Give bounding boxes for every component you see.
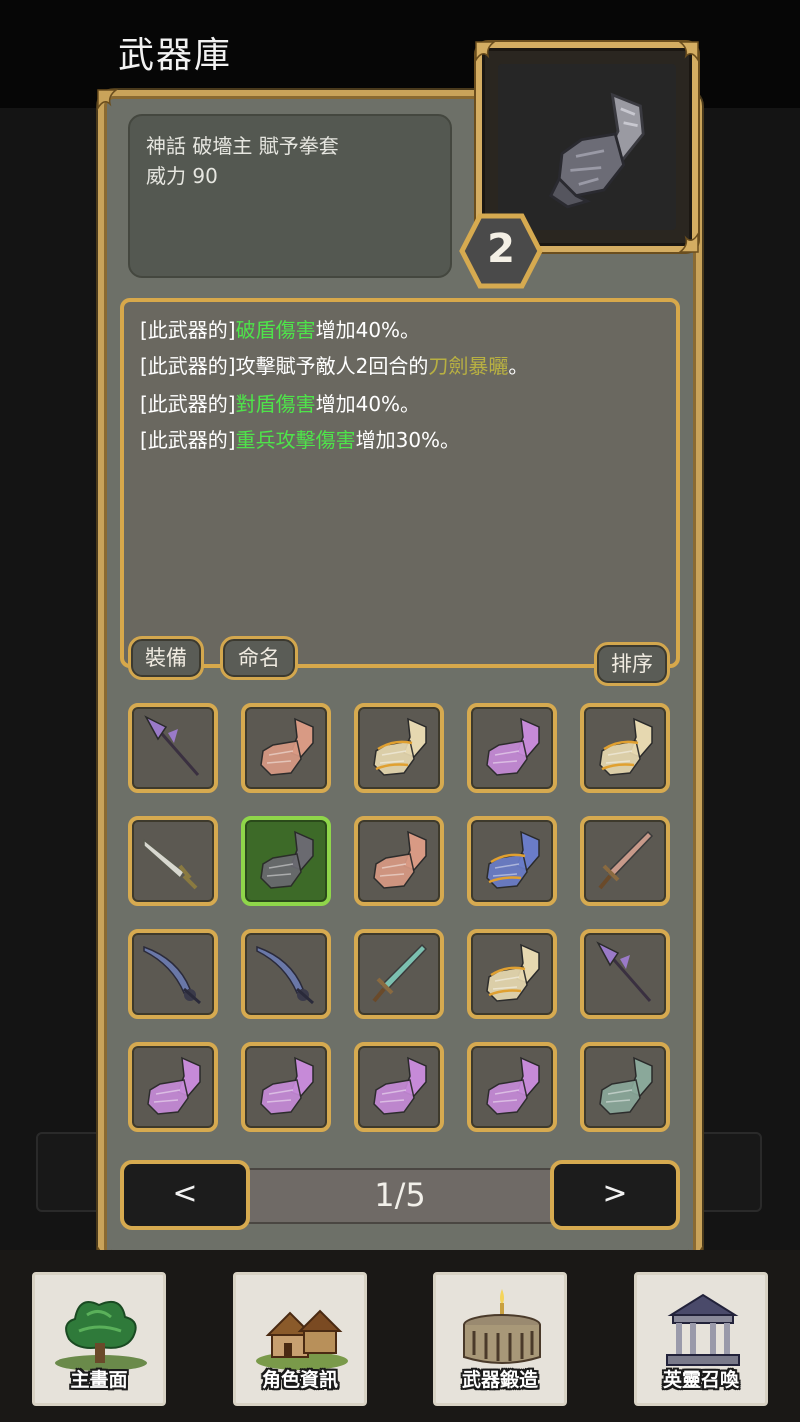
effect-highlight: 重兵攻擊傷害 <box>235 428 356 452</box>
inventory-slot[interactable] <box>467 703 557 793</box>
village-icon <box>256 1309 348 1370</box>
gauntlet-icon <box>373 1056 427 1115</box>
nav-forge-label: 武器鍛造 <box>461 1369 538 1391</box>
effect-highlight: 破盾傷害 <box>235 318 316 342</box>
sword-icon <box>372 943 428 1003</box>
inventory-slot[interactable] <box>241 703 331 793</box>
effect-highlight: 對盾傷害 <box>235 392 316 416</box>
rename-button[interactable]: 命名 <box>220 636 298 680</box>
effect-line: [此武器的]對盾傷害增加40%。 <box>140 388 420 417</box>
inventory-slot[interactable] <box>467 929 557 1019</box>
weapon-power: 威力 90 <box>146 164 218 188</box>
ornate-gauntlet-icon <box>486 830 540 889</box>
ornate-gauntlet-icon <box>486 943 540 1002</box>
inventory-slot[interactable] <box>128 929 218 1019</box>
effect-line: [此武器的]攻擊賦予敵人2回合的刀劍暴曬。 <box>140 350 528 379</box>
colosseum-icon <box>463 1289 541 1364</box>
sort-button[interactable]: 排序 <box>594 642 670 686</box>
effect-text: [此武器的] <box>140 428 236 452</box>
corner-ornament-icon <box>666 40 700 74</box>
effect-text: 增加30%。 <box>355 428 461 452</box>
effect-text: 增加40%。 <box>315 392 421 416</box>
nav-forge-button[interactable]: 武器鍛造 <box>433 1272 567 1406</box>
gauntlet-icon <box>260 717 314 776</box>
inventory-slot[interactable] <box>354 703 444 793</box>
gauntlet-icon <box>373 830 427 889</box>
inventory-slot[interactable] <box>580 1042 670 1132</box>
inventory-slot[interactable] <box>580 816 670 906</box>
ornate-gauntlet-icon <box>599 717 653 776</box>
equip-button[interactable]: 裝備 <box>128 636 204 680</box>
ornate-gauntlet-icon <box>373 717 427 776</box>
nav-character-label: 角色資訊 <box>261 1369 338 1391</box>
corner-ornament-icon <box>666 220 700 254</box>
effect-line: [此武器的]重兵攻擊傷害增加30%。 <box>140 424 460 453</box>
nav-summon-label: 英靈召喚 <box>662 1369 739 1391</box>
gauntlet-icon <box>260 1056 314 1115</box>
spear-icon <box>596 941 652 1002</box>
temple-icon <box>666 1293 740 1366</box>
effect-highlight: 刀劍暴曬 <box>428 354 509 378</box>
inventory-slot[interactable] <box>467 816 557 906</box>
page-title: 武器庫 <box>118 35 233 76</box>
curved-sword-icon <box>256 945 314 1005</box>
gauntlet-icon <box>147 1056 201 1115</box>
inventory-slot[interactable] <box>580 703 670 793</box>
gauntlet-icon <box>599 1056 653 1115</box>
sword-icon <box>598 830 654 890</box>
curved-sword-icon <box>143 945 201 1005</box>
gauntlet-icon <box>486 717 540 776</box>
effect-text: [此武器的]攻擊賦予敵人2回合的 <box>140 354 429 378</box>
inventory-slot[interactable] <box>128 703 218 793</box>
nav-summon-button[interactable]: 英靈召喚 <box>634 1272 768 1406</box>
level-value: 2 <box>487 226 515 272</box>
effect-text: [此武器的] <box>140 318 236 342</box>
inventory-slot[interactable] <box>128 816 218 906</box>
weapon-name: 神話 破墻主 賦予拳套 <box>146 134 339 158</box>
spear-icon <box>144 715 200 776</box>
page-indicator: 1/5 <box>374 1176 426 1214</box>
gauntlet-icon <box>260 830 314 889</box>
effect-line: [此武器的]破盾傷害增加40%。 <box>140 314 420 343</box>
effect-text: 。 <box>508 354 529 378</box>
inventory-slot[interactable] <box>580 929 670 1019</box>
inventory-slot[interactable] <box>128 1042 218 1132</box>
nav-main-button[interactable]: 主畫面 <box>32 1272 166 1406</box>
inventory-slot[interactable] <box>467 1042 557 1132</box>
inventory-slot[interactable] <box>241 1042 331 1132</box>
gauntlet-icon <box>486 1056 540 1115</box>
corner-ornament-icon <box>474 40 508 74</box>
inventory-slot[interactable] <box>354 1042 444 1132</box>
gauntlet-icon <box>548 92 645 209</box>
forest-icon <box>55 1301 147 1371</box>
inventory-slot[interactable] <box>354 816 444 906</box>
inventory-slot[interactable] <box>354 929 444 1019</box>
dagger-icon <box>143 838 198 890</box>
prev-page-button[interactable]: < <box>120 1160 250 1230</box>
effect-text: [此武器的] <box>140 392 236 416</box>
nav-main-label: 主畫面 <box>70 1369 128 1391</box>
preview-background <box>498 64 676 230</box>
next-page-button[interactable]: > <box>550 1160 680 1230</box>
effect-text: 增加40%。 <box>315 318 421 342</box>
inventory-slot[interactable] <box>241 929 331 1019</box>
inventory-slot-selected[interactable] <box>241 816 331 906</box>
corner-ornament-icon <box>96 88 130 122</box>
nav-character-button[interactable]: 角色資訊 <box>233 1272 367 1406</box>
